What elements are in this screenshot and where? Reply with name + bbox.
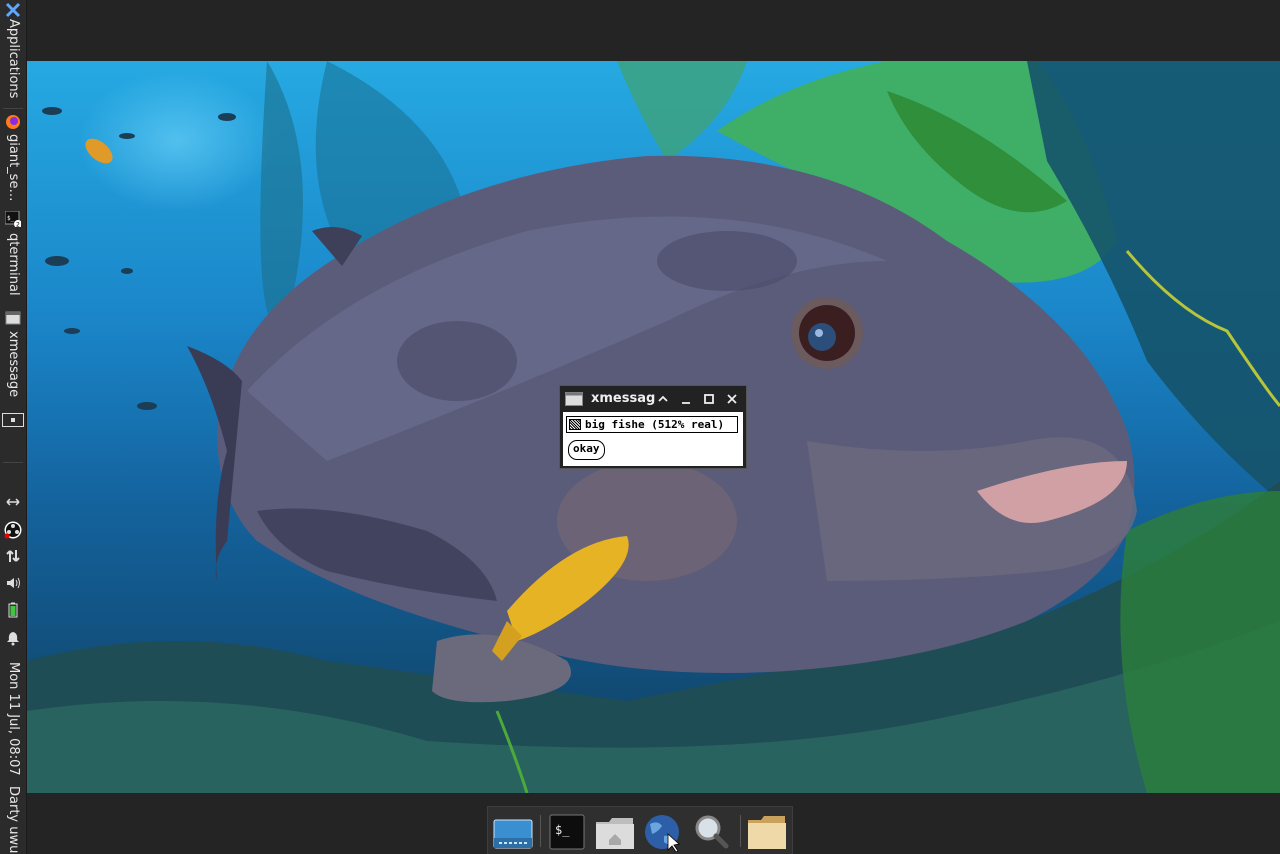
- battery-icon[interactable]: [5, 602, 21, 618]
- svg-text:$_: $_: [555, 823, 570, 837]
- side-panel: Applications giant_se… $_ 2 qterminal xm…: [0, 0, 27, 854]
- message-label: big fishe (512% real): [585, 418, 725, 431]
- taskbar-item-xmessage[interactable]: xmessage: [0, 331, 26, 406]
- show-desktop-icon[interactable]: [491, 812, 535, 852]
- window-title: xmessag: [591, 391, 656, 406]
- window-titlebar[interactable]: xmessag: [560, 386, 746, 412]
- text-grip-icon: [569, 419, 581, 430]
- xmessage-window: xmessag big fishe (512% real) okay: [559, 385, 747, 469]
- bell-icon[interactable]: [5, 630, 21, 646]
- window-icon: [5, 311, 21, 325]
- x-logo-icon[interactable]: [5, 2, 21, 18]
- username[interactable]: Darty uwu: [0, 786, 26, 854]
- terminal-icon[interactable]: $_: [547, 812, 591, 852]
- dock: $_: [487, 806, 793, 854]
- clock[interactable]: Mon 11 Jul, 08:07: [0, 662, 26, 780]
- task-count-badge: 2: [16, 222, 20, 228]
- applications-menu[interactable]: Applications: [0, 19, 26, 109]
- folder-icon[interactable]: [745, 812, 789, 852]
- svg-text:$_: $_: [7, 215, 15, 222]
- taskbar-item-qterminal[interactable]: qterminal: [0, 233, 26, 303]
- volume-icon[interactable]: [5, 575, 21, 591]
- search-icon[interactable]: [690, 812, 734, 852]
- terminal-icon: $_ 2: [5, 211, 21, 227]
- message-text: big fishe (512% real): [566, 416, 738, 433]
- home-folder-icon[interactable]: [593, 812, 637, 852]
- shade-up-icon[interactable]: [656, 392, 670, 406]
- network-arrows-icon[interactable]: [5, 548, 21, 564]
- firefox-icon: [6, 115, 20, 129]
- maximize-icon[interactable]: [702, 392, 716, 406]
- web-browser-icon[interactable]: [640, 812, 684, 852]
- obs-record-icon[interactable]: [4, 521, 22, 539]
- window-icon: [565, 392, 583, 406]
- okay-button[interactable]: okay: [568, 440, 605, 460]
- taskbar-item-firefox[interactable]: giant_se…: [0, 134, 26, 210]
- xmessage-body: big fishe (512% real) okay: [563, 412, 743, 466]
- close-icon[interactable]: [725, 392, 739, 406]
- resize-arrows-icon[interactable]: [5, 494, 21, 510]
- desktop-wallpaper[interactable]: xmessag big fishe (512% real) okay: [27, 61, 1280, 793]
- workspace-switcher[interactable]: [2, 413, 24, 427]
- minimize-icon[interactable]: [679, 392, 693, 406]
